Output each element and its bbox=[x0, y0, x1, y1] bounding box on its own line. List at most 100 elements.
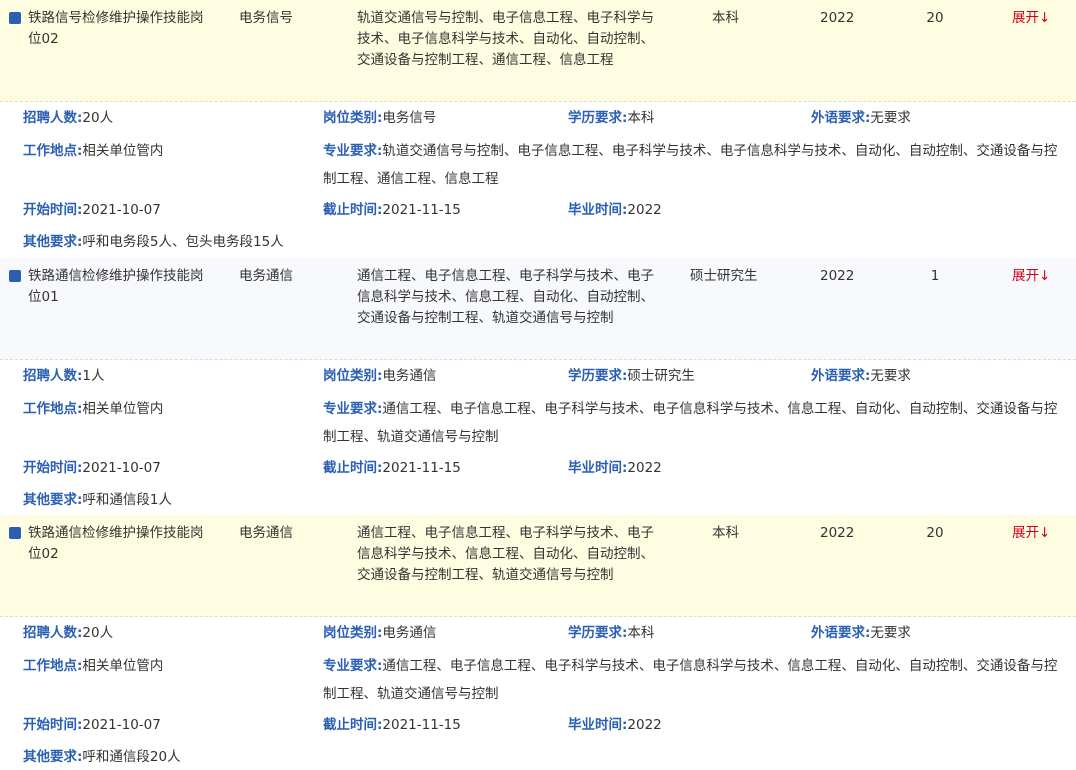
detail-value: 电务通信 bbox=[382, 368, 437, 384]
job-count: 20 bbox=[926, 10, 944, 26]
job-education: 硕士研究生 bbox=[690, 268, 758, 284]
square-marker-icon bbox=[9, 12, 21, 24]
detail-end: 截止时间:2021-11-15 bbox=[323, 196, 461, 224]
detail-count: 招聘人数:1人 bbox=[23, 362, 105, 390]
detail-label: 毕业时间: bbox=[568, 460, 628, 476]
detail-other: 其他要求:呼和通信段1人 bbox=[23, 486, 172, 514]
detail-label: 外语要求: bbox=[811, 625, 871, 641]
detail-value: 20人 bbox=[82, 110, 114, 126]
detail-label: 毕业时间: bbox=[568, 717, 628, 733]
detail-label: 岗位类别: bbox=[323, 368, 383, 384]
detail-label: 外语要求: bbox=[811, 110, 871, 126]
detail-start: 开始时间:2021-10-07 bbox=[23, 454, 161, 482]
detail-type: 岗位类别:电务通信 bbox=[323, 619, 436, 647]
job-year: 2022 bbox=[820, 525, 855, 541]
job-row: 铁路信号检修维护操作技能岗位02 电务信号 轨道交通信号与控制、电子信息工程、电… bbox=[0, 0, 1076, 102]
detail-label: 其他要求: bbox=[23, 492, 83, 508]
detail-label: 招聘人数: bbox=[23, 625, 83, 641]
expand-link[interactable]: 展开↓ bbox=[1012, 523, 1050, 544]
detail-value: 2022 bbox=[627, 460, 662, 476]
detail-label: 开始时间: bbox=[23, 717, 83, 733]
detail-label: 截止时间: bbox=[323, 460, 383, 476]
detail-label: 岗位类别: bbox=[323, 625, 383, 641]
detail-label: 其他要求: bbox=[23, 234, 83, 250]
job-category: 电务通信 bbox=[239, 268, 293, 284]
square-marker-icon bbox=[9, 270, 21, 282]
detail-label: 截止时间: bbox=[323, 717, 383, 733]
detail-place: 工作地点:相关单位管内 bbox=[23, 137, 163, 165]
detail-value: 硕士研究生 bbox=[627, 368, 695, 384]
detail-value: 2021-11-15 bbox=[382, 202, 461, 218]
detail-label: 专业要求: bbox=[323, 401, 383, 417]
job-majors: 轨道交通信号与控制、电子信息工程、电子科学与技术、电子信息科学与技术、自动化、自… bbox=[357, 10, 654, 68]
detail-other: 其他要求:呼和通信段20人 bbox=[23, 743, 181, 770]
detail-value: 电务通信 bbox=[382, 625, 437, 641]
detail-value: 相关单位管内 bbox=[82, 401, 164, 417]
detail-value: 2021-10-07 bbox=[82, 202, 161, 218]
job-name: 铁路通信检修维护操作技能岗位02 bbox=[28, 525, 204, 562]
detail-place: 工作地点:相关单位管内 bbox=[23, 652, 163, 680]
detail-major: 专业要求:通信工程、电子信息工程、电子科学与技术、电子信息科学与技术、信息工程、… bbox=[323, 652, 1063, 708]
detail-label: 开始时间: bbox=[23, 202, 83, 218]
detail-value: 2021-10-07 bbox=[82, 460, 161, 476]
detail-label: 工作地点: bbox=[23, 658, 83, 674]
detail-label: 外语要求: bbox=[811, 368, 871, 384]
detail-value: 本科 bbox=[627, 625, 655, 641]
detail-grad: 毕业时间:2022 bbox=[568, 711, 662, 739]
detail-type: 岗位类别:电务通信 bbox=[323, 362, 436, 390]
detail-type: 岗位类别:电务信号 bbox=[323, 104, 436, 132]
job-count: 20 bbox=[926, 525, 944, 541]
detail-grad: 毕业时间:2022 bbox=[568, 454, 662, 482]
detail-value: 2021-11-15 bbox=[382, 717, 461, 733]
job-row: 铁路通信检修维护操作技能岗位01 电务通信 通信工程、电子信息工程、电子科学与技… bbox=[0, 258, 1076, 360]
detail-value: 无要求 bbox=[870, 110, 911, 126]
square-marker-icon bbox=[9, 527, 21, 539]
detail-value: 2021-11-15 bbox=[382, 460, 461, 476]
detail-value: 呼和电务段5人、包头电务段15人 bbox=[82, 234, 284, 250]
job-education: 本科 bbox=[712, 10, 739, 26]
detail-count: 招聘人数:20人 bbox=[23, 619, 113, 647]
detail-value: 2021-10-07 bbox=[82, 717, 161, 733]
detail-start: 开始时间:2021-10-07 bbox=[23, 196, 161, 224]
detail-value: 轨道交通信号与控制、电子信息工程、电子科学与技术、电子信息科学与技术、自动化、自… bbox=[323, 143, 1058, 187]
detail-lang: 外语要求:无要求 bbox=[811, 104, 911, 132]
detail-value: 相关单位管内 bbox=[82, 143, 164, 159]
detail-value: 电务信号 bbox=[382, 110, 437, 126]
detail-label: 学历要求: bbox=[568, 368, 628, 384]
detail-edu: 学历要求:本科 bbox=[568, 104, 654, 132]
detail-value: 20人 bbox=[82, 625, 114, 641]
detail-label: 工作地点: bbox=[23, 401, 83, 417]
expand-link[interactable]: 展开↓ bbox=[1012, 8, 1050, 29]
expand-link[interactable]: 展开↓ bbox=[1012, 266, 1050, 287]
detail-value: 相关单位管内 bbox=[82, 658, 164, 674]
detail-value: 本科 bbox=[627, 110, 655, 126]
job-name: 铁路通信检修维护操作技能岗位01 bbox=[28, 268, 204, 305]
detail-value: 1人 bbox=[82, 368, 105, 384]
detail-edu: 学历要求:本科 bbox=[568, 619, 654, 647]
job-year: 2022 bbox=[820, 10, 855, 26]
detail-label: 岗位类别: bbox=[323, 110, 383, 126]
detail-label: 招聘人数: bbox=[23, 368, 83, 384]
detail-label: 招聘人数: bbox=[23, 110, 83, 126]
job-category: 电务通信 bbox=[239, 525, 293, 541]
detail-value: 通信工程、电子信息工程、电子科学与技术、电子信息科学与技术、信息工程、自动化、自… bbox=[323, 401, 1058, 445]
job-row: 铁路通信检修维护操作技能岗位02 电务通信 通信工程、电子信息工程、电子科学与技… bbox=[0, 515, 1076, 617]
detail-label: 截止时间: bbox=[323, 202, 383, 218]
detail-end: 截止时间:2021-11-15 bbox=[323, 711, 461, 739]
detail-other: 其他要求:呼和电务段5人、包头电务段15人 bbox=[23, 228, 284, 256]
job-education: 本科 bbox=[712, 525, 739, 541]
detail-value: 通信工程、电子信息工程、电子科学与技术、电子信息科学与技术、信息工程、自动化、自… bbox=[323, 658, 1058, 702]
job-majors: 通信工程、电子信息工程、电子科学与技术、电子信息科学与技术、信息工程、自动化、自… bbox=[357, 525, 654, 583]
detail-end: 截止时间:2021-11-15 bbox=[323, 454, 461, 482]
detail-value: 2022 bbox=[627, 717, 662, 733]
detail-value: 无要求 bbox=[870, 625, 911, 641]
job-count: 1 bbox=[930, 268, 940, 284]
detail-label: 学历要求: bbox=[568, 625, 628, 641]
detail-label: 专业要求: bbox=[323, 658, 383, 674]
detail-label: 学历要求: bbox=[568, 110, 628, 126]
detail-label: 开始时间: bbox=[23, 460, 83, 476]
detail-major: 专业要求:轨道交通信号与控制、电子信息工程、电子科学与技术、电子信息科学与技术、… bbox=[323, 137, 1063, 193]
detail-edu: 学历要求:硕士研究生 bbox=[568, 362, 695, 390]
detail-value: 2022 bbox=[627, 202, 662, 218]
detail-label: 其他要求: bbox=[23, 749, 83, 765]
